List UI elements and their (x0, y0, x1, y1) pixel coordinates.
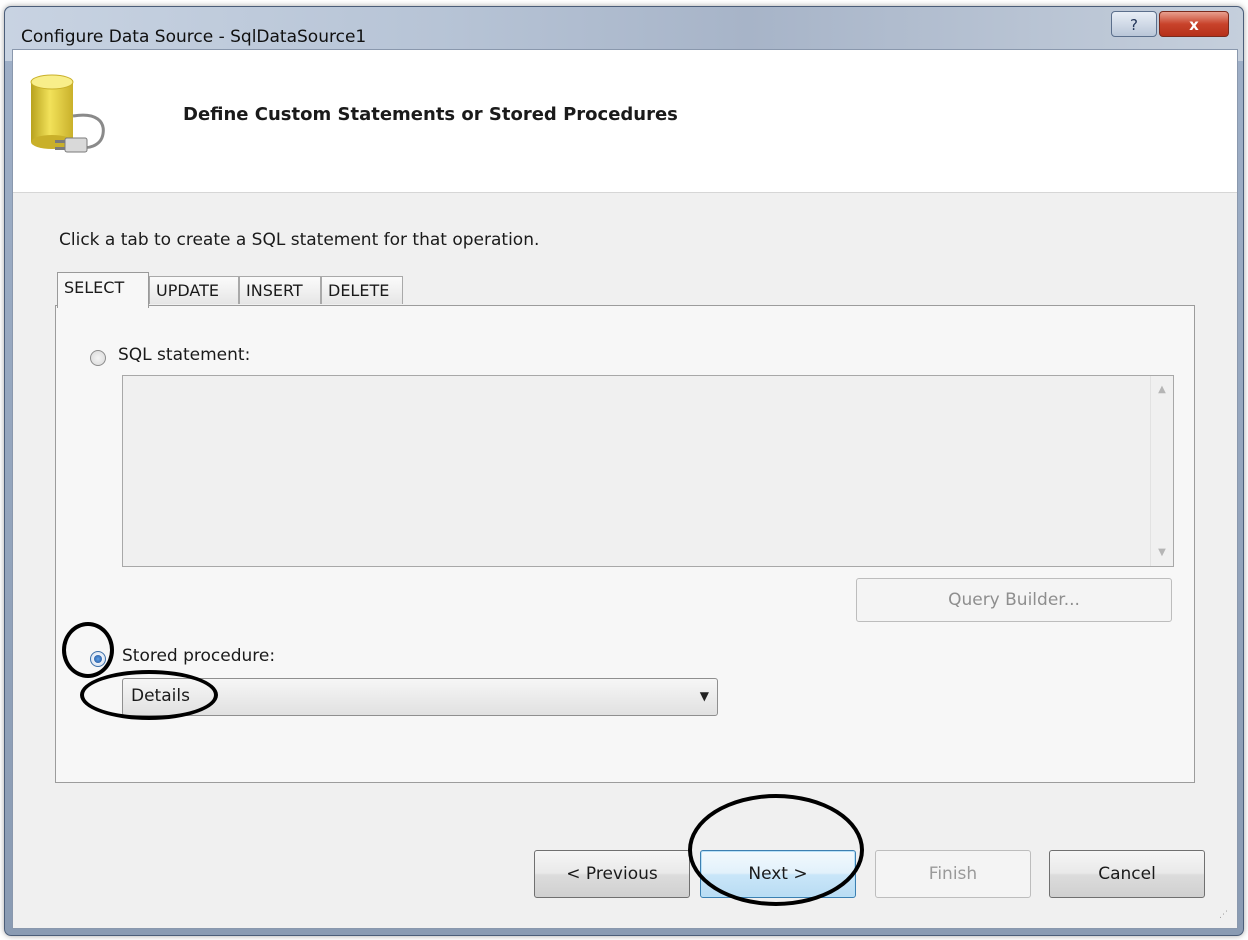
instruction-text: Click a tab to create a SQL statement fo… (59, 230, 540, 250)
previous-button[interactable]: < Previous (534, 850, 690, 898)
stored-procedure-radio[interactable] (90, 651, 106, 667)
help-button[interactable]: ? (1111, 11, 1157, 37)
next-button[interactable]: Next > (700, 850, 856, 898)
finish-button[interactable]: Finish (875, 850, 1031, 898)
tab-delete[interactable]: DELETE (321, 276, 403, 304)
scroll-down-arrow-icon[interactable]: ▼ (1151, 547, 1173, 558)
sql-statement-radio[interactable] (90, 350, 106, 366)
sql-scrollbar[interactable]: ▲ ▼ (1150, 376, 1173, 566)
database-plug-icon (30, 74, 105, 153)
close-button[interactable]: x (1159, 11, 1229, 37)
sql-statement-textarea[interactable]: ▲ ▼ (122, 375, 1174, 567)
stored-procedure-label[interactable]: Stored procedure: (122, 646, 275, 666)
window-title: Configure Data Source - SqlDataSource1 (21, 27, 367, 47)
sql-statement-label[interactable]: SQL statement: (118, 345, 250, 365)
dialog-client-area: Define Custom Statements or Stored Proce… (12, 49, 1238, 929)
tab-select[interactable]: SELECT (57, 272, 149, 308)
header-title: Define Custom Statements or Stored Proce… (183, 104, 678, 125)
dropdown-arrow-icon[interactable]: ▼ (700, 689, 709, 703)
tab-update[interactable]: UPDATE (149, 276, 239, 304)
query-builder-button[interactable]: Query Builder... (856, 578, 1172, 622)
scroll-up-arrow-icon[interactable]: ▲ (1151, 384, 1173, 395)
cancel-button[interactable]: Cancel (1049, 850, 1205, 898)
configure-data-source-window: Configure Data Source - SqlDataSource1 ?… (4, 6, 1244, 936)
select-tab-panel: SQL statement: ▲ ▼ Query Builder... Stor… (55, 305, 1195, 783)
resize-grip-icon[interactable]: ⋰ (1219, 910, 1231, 922)
stored-procedure-value: Details (131, 686, 190, 706)
wizard-header: Define Custom Statements or Stored Proce… (13, 50, 1237, 193)
stored-procedure-dropdown[interactable]: Details ▼ (122, 678, 718, 716)
tab-insert[interactable]: INSERT (239, 276, 321, 304)
